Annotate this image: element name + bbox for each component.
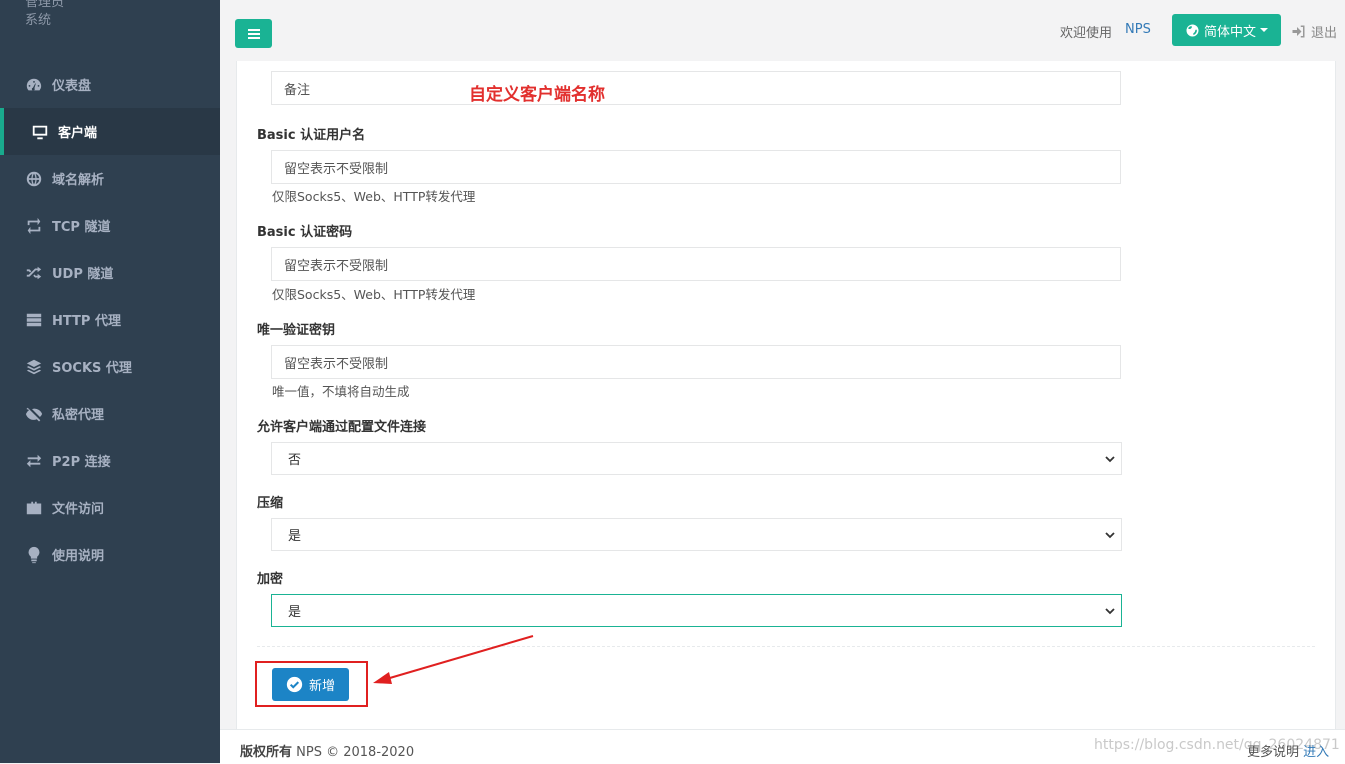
basic-pass-help: 仅限Socks5、Web、HTTP转发代理: [272, 287, 476, 302]
compress-value: 是: [288, 529, 302, 544]
brand-line-2: 系统: [25, 13, 52, 28]
vkey-placeholder: 留空表示不受限制: [284, 356, 389, 372]
sidebar-item-label: SOCKS 代理: [52, 361, 132, 376]
compress-select[interactable]: 是: [271, 518, 1122, 551]
basic-pass-placeholder: 留空表示不受限制: [284, 258, 389, 274]
caret-down-icon: [1260, 28, 1268, 32]
sidebar-item-domain[interactable]: 域名解析: [0, 155, 220, 202]
config-conn-label: 允许客户端通过配置文件连接: [257, 420, 427, 435]
sidebar-item-label: 仪表盘: [52, 79, 92, 94]
brand: 管理员 系统: [25, 0, 64, 30]
config-conn-value: 否: [288, 453, 302, 468]
dashboard-icon: [24, 75, 44, 95]
add-button-label: 新增: [308, 679, 335, 694]
sidebar-item-clients[interactable]: 客户端: [0, 108, 220, 155]
remark-placeholder: 备注: [284, 82, 311, 98]
briefcase-icon: [24, 498, 44, 518]
sidebar-item-secret[interactable]: 私密代理: [0, 390, 220, 437]
form-panel: 备注 自定义客户端名称 Basic 认证用户名 留空表示不受限制 仅限Socks…: [236, 61, 1336, 729]
topbar: 欢迎使用 NPS 简体中文 退出: [220, 0, 1345, 61]
lightbulb-icon: [24, 545, 44, 565]
retweet-icon: [24, 216, 44, 236]
app-name-link[interactable]: NPS: [1125, 22, 1151, 37]
vkey-input[interactable]: 留空表示不受限制: [271, 345, 1121, 379]
sidebar-item-label: HTTP 代理: [52, 314, 121, 329]
copyright: 版权所有 NPS © 2018-2020: [240, 741, 414, 760]
sidebar-item-label: P2P 连接: [52, 455, 111, 470]
menu-toggle-button[interactable]: [235, 19, 272, 48]
copyright-text: NPS © 2018-2020: [296, 745, 415, 760]
config-conn-select[interactable]: 否: [271, 442, 1122, 475]
globe-icon: [1186, 24, 1199, 36]
basic-user-placeholder: 留空表示不受限制: [284, 161, 389, 177]
sidebar-item-help[interactable]: 使用说明: [0, 531, 220, 578]
server-icon: [24, 310, 44, 330]
sidebar-item-tcp[interactable]: TCP 隧道: [0, 202, 220, 249]
language-dropdown-button[interactable]: 简体中文: [1172, 14, 1281, 46]
remark-input[interactable]: 备注: [271, 71, 1121, 105]
basic-user-label: Basic 认证用户名: [257, 128, 366, 143]
basic-user-input[interactable]: 留空表示不受限制: [271, 150, 1121, 184]
logout-link[interactable]: 退出: [1291, 22, 1337, 41]
check-circle-icon: [286, 676, 303, 693]
footer: 版权所有 NPS © 2018-2020 https://blog.csdn.n…: [220, 729, 1345, 764]
logout-label: 退出: [1311, 26, 1338, 41]
sidebar-item-udp[interactable]: UDP 隧道: [0, 249, 220, 296]
language-label: 简体中文: [1203, 24, 1256, 40]
chevron-down-icon: [1105, 456, 1115, 463]
sidebar-item-dashboard[interactable]: 仪表盘: [0, 61, 220, 108]
layers-icon: [24, 357, 44, 377]
crypt-value: 是: [288, 605, 302, 620]
basic-pass-label: Basic 认证密码: [257, 225, 353, 240]
desktop-icon: [30, 122, 50, 142]
crypt-select[interactable]: 是: [271, 594, 1122, 627]
more-info: 更多说明 进入: [1247, 741, 1329, 760]
sidebar-item-file[interactable]: 文件访问: [0, 484, 220, 531]
eye-slash-icon: [24, 404, 44, 424]
basic-user-help: 仅限Socks5、Web、HTTP转发代理: [272, 189, 476, 204]
sidebar-nav: 仪表盘 客户端 域名解析 TCP 隧道 UDP 隧道 HTTP 代理 SOCKS…: [0, 61, 220, 578]
copyright-bold: 版权所有: [240, 745, 293, 760]
sidebar-item-http[interactable]: HTTP 代理: [0, 296, 220, 343]
crypt-label: 加密: [257, 572, 284, 587]
sidebar-item-label: UDP 隧道: [52, 267, 114, 282]
sidebar-item-label: 使用说明: [52, 549, 105, 564]
sidebar-item-p2p[interactable]: P2P 连接: [0, 437, 220, 484]
sidebar-item-label: 域名解析: [52, 173, 105, 188]
random-icon: [24, 263, 44, 283]
brand-line-1: 管理员: [25, 0, 65, 10]
sidebar-item-label: TCP 隧道: [52, 220, 111, 235]
more-label: 更多说明: [1247, 745, 1300, 760]
enter-link[interactable]: 进入: [1303, 745, 1329, 760]
exchange-icon: [24, 451, 44, 471]
sign-out-icon: [1292, 25, 1305, 38]
hamburger-icon: [247, 28, 260, 39]
sidebar-item-label: 客户端: [58, 126, 98, 141]
vkey-help: 唯一值，不填将自动生成: [272, 384, 410, 399]
vkey-label: 唯一验证密钥: [257, 323, 336, 338]
compress-label: 压缩: [257, 496, 284, 511]
welcome-text: 欢迎使用: [1060, 26, 1113, 41]
annotation-text: 自定义客户端名称: [469, 85, 605, 105]
sidebar-item-label: 文件访问: [52, 502, 105, 517]
chevron-down-icon: [1105, 608, 1115, 615]
sidebar: 管理员 系统 仪表盘 客户端 域名解析 TCP 隧道 UDP 隧道 HTTP 代…: [0, 0, 220, 763]
add-button[interactable]: 新增: [272, 668, 349, 701]
sidebar-item-label: 私密代理: [52, 408, 105, 423]
chevron-down-icon: [1105, 532, 1115, 539]
globe-icon: [24, 169, 44, 189]
basic-pass-input[interactable]: 留空表示不受限制: [271, 247, 1121, 281]
annotation-arrow: [373, 635, 534, 684]
sidebar-item-socks[interactable]: SOCKS 代理: [0, 343, 220, 390]
